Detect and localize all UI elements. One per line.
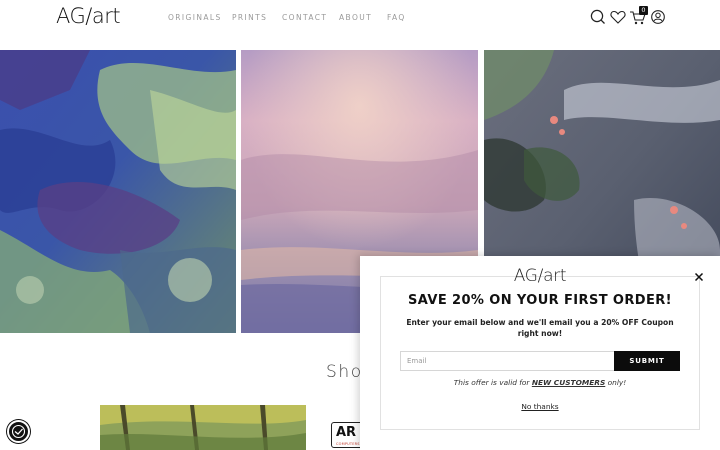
search-icon[interactable]	[589, 8, 607, 26]
popup-logo: AG/art	[513, 266, 567, 286]
header-icons: 0	[589, 6, 669, 30]
popup-title: SAVE 20% ON YOUR FIRST ORDER!	[408, 293, 672, 308]
accessibility-toggle[interactable]	[7, 420, 30, 443]
artwork-panel-abstract[interactable]	[0, 50, 236, 333]
user-icon[interactable]	[649, 8, 667, 26]
newsletter-popup: AG/art SAVE 20% ON YOUR FIRST ORDER! Ent…	[360, 256, 720, 450]
ar-badge-text: AR	[336, 425, 357, 440]
heart-icon[interactable]	[609, 8, 627, 26]
nav-about[interactable]: ABOUT	[339, 13, 387, 22]
no-thanks-link[interactable]: No thanks	[360, 402, 720, 411]
ar-badge-subtext: COMPUTERS	[336, 442, 360, 446]
popup-description: Enter your email below and we'll email y…	[406, 318, 674, 338]
site-header: AG/art ORIGINALS PRINTS CONTACT ABOUT FA…	[0, 0, 720, 50]
accessibility-icon	[11, 424, 26, 439]
page: AG/art ORIGINALS PRINTS CONTACT ABOUT FA…	[0, 0, 720, 450]
nav-originals[interactable]: ORIGINALS	[168, 13, 232, 22]
offer-highlight: NEW CUSTOMERS	[531, 378, 606, 387]
product-thumbnail[interactable]	[100, 405, 306, 450]
nav-prints[interactable]: PRINTS	[232, 13, 282, 22]
cart-icon[interactable]: 0	[629, 6, 648, 26]
offer-prefix: This offer is valid for	[453, 378, 532, 387]
site-logo[interactable]: AG/art	[56, 4, 121, 28]
offer-note: This offer is valid for NEW CUSTOMERS on…	[360, 378, 720, 387]
offer-suffix: only!	[605, 378, 627, 387]
nav-contact[interactable]: CONTACT	[282, 13, 339, 22]
main-nav: ORIGINALS PRINTS CONTACT ABOUT FAQ	[168, 13, 417, 22]
submit-button[interactable]: SUBMIT	[614, 351, 680, 371]
email-field[interactable]	[400, 351, 614, 371]
nav-faq[interactable]: FAQ	[387, 13, 417, 22]
cart-count-badge: 0	[639, 6, 648, 15]
